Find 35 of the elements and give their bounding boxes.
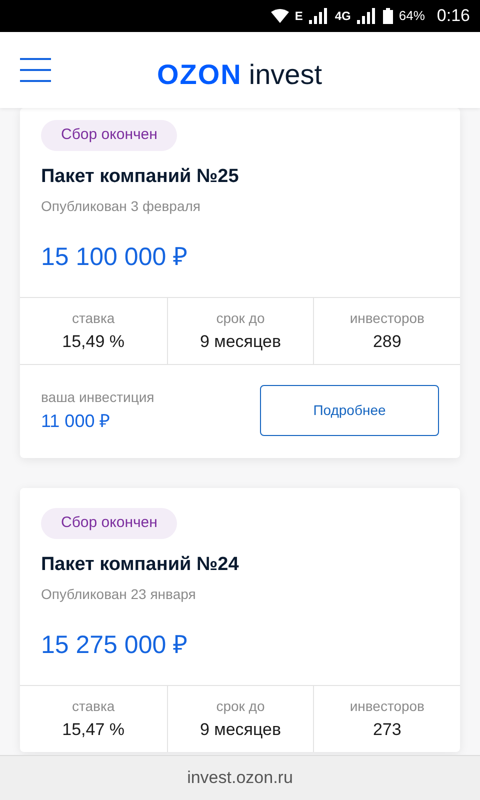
stat-value: 9 месяцев bbox=[200, 330, 282, 352]
stat-value: 273 bbox=[372, 718, 402, 740]
details-button[interactable]: Подробнее bbox=[260, 385, 439, 436]
wifi-icon bbox=[270, 9, 289, 23]
menu-button[interactable] bbox=[20, 58, 51, 82]
battery-icon bbox=[382, 8, 393, 24]
stat-value: 15,49 % bbox=[62, 330, 125, 352]
published-date: Опубликован 3 февраля bbox=[41, 197, 202, 216]
stat-label: инвесторов bbox=[350, 308, 424, 328]
logo-suffix: invest bbox=[248, 58, 322, 92]
signal-icon bbox=[356, 8, 377, 24]
stat-label: инвесторов bbox=[350, 696, 424, 716]
stat-label: ставка bbox=[72, 308, 115, 328]
stat-label: ставка bbox=[72, 696, 115, 716]
site-url: invest.ozon.ru bbox=[187, 767, 293, 790]
status-badge: Сбор окончен bbox=[41, 508, 178, 538]
card-title: Пакет компаний №25 bbox=[41, 164, 240, 188]
investment-amount: 11 000 ₽ bbox=[41, 410, 111, 432]
stat-label: срок до bbox=[216, 696, 265, 716]
total-amount: 15 100 000 ₽ bbox=[41, 242, 190, 273]
total-amount: 15 275 000 ₽ bbox=[41, 630, 190, 661]
stat-label: срок до bbox=[216, 308, 265, 328]
signal-icon bbox=[308, 8, 329, 24]
battery-percent: 64% bbox=[398, 7, 425, 26]
published-date: Опубликован 23 января bbox=[41, 585, 197, 604]
network-type: E bbox=[294, 8, 303, 25]
stat-value: 15,47 % bbox=[62, 718, 125, 740]
logo-brand: OZON bbox=[157, 58, 242, 92]
stat-value: 289 bbox=[372, 330, 402, 352]
network-type: 4G bbox=[334, 8, 351, 25]
status-badge: Сбор окончен bbox=[41, 120, 178, 150]
card-title: Пакет компаний №24 bbox=[41, 552, 240, 576]
stat-value: 9 месяцев bbox=[200, 718, 282, 740]
clock: 0:16 bbox=[436, 5, 470, 28]
investment-label: ваша инвестиция bbox=[41, 388, 154, 407]
